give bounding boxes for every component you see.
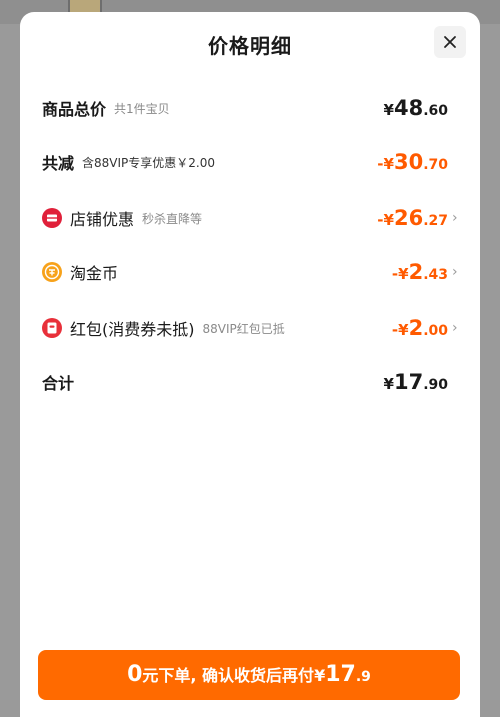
goods-total-amount: ¥48.60	[383, 96, 448, 120]
taojinbi-coin-icon	[42, 262, 62, 282]
goods-total-count: 共1件宝贝	[114, 101, 170, 116]
shop-discount-note: 秒杀直降等	[142, 211, 203, 226]
taojinbi-amount: -¥ 2.43	[391, 260, 448, 284]
close-button[interactable]	[434, 26, 466, 58]
row-sum-total: 合计 ¥17.90	[42, 368, 462, 396]
shop-coupon-icon	[42, 208, 62, 228]
close-icon	[444, 36, 456, 48]
row-taojinbi[interactable]: 淘金币 -¥ 2.43 ›	[42, 258, 462, 286]
goods-total-label: 商品总价	[42, 100, 107, 119]
sum-amount: ¥17.90	[383, 370, 448, 394]
row-red-envelope[interactable]: 红包(消费券未抵) 88VIP红包已抵 -¥ 2.00 ›	[42, 314, 462, 342]
total-discount-note: 含88VIP专享优惠￥2.00	[82, 155, 215, 170]
red-envelope-note: 88VIP红包已抵	[202, 321, 285, 336]
shop-discount-label: 店铺优惠	[70, 210, 135, 229]
chevron-right-icon: ›	[452, 264, 458, 280]
chevron-right-icon: ›	[452, 320, 458, 336]
confirm-order-button[interactable]: 0 元下单, 确认收货后再付 ¥ 17 .9	[38, 650, 460, 700]
total-discount-amount: -¥ 30.70	[377, 150, 448, 174]
taojinbi-label: 淘金币	[70, 264, 119, 283]
sheet-title: 价格明细	[208, 34, 292, 58]
red-envelope-amount: -¥ 2.00	[391, 316, 448, 340]
red-envelope-icon	[42, 318, 62, 338]
row-goods-total: 商品总价 共1件宝贝 ¥48.60	[42, 94, 462, 122]
shop-discount-amount: -¥ 26.27	[377, 206, 448, 230]
row-total-discount: 共减 含88VIP专享优惠￥2.00 -¥ 30.70	[42, 148, 462, 176]
chevron-right-icon: ›	[452, 210, 458, 226]
price-detail-sheet: 价格明细 商品总价 共1件宝贝 ¥48.60 共减 含88VIP专享优惠￥2.0…	[20, 12, 480, 717]
sum-label: 合计	[42, 374, 75, 393]
total-discount-label: 共减	[42, 154, 75, 173]
row-shop-discount[interactable]: 店铺优惠 秒杀直降等 -¥ 26.27 ›	[42, 204, 462, 232]
red-envelope-label: 红包(消费券未抵)	[70, 320, 195, 339]
